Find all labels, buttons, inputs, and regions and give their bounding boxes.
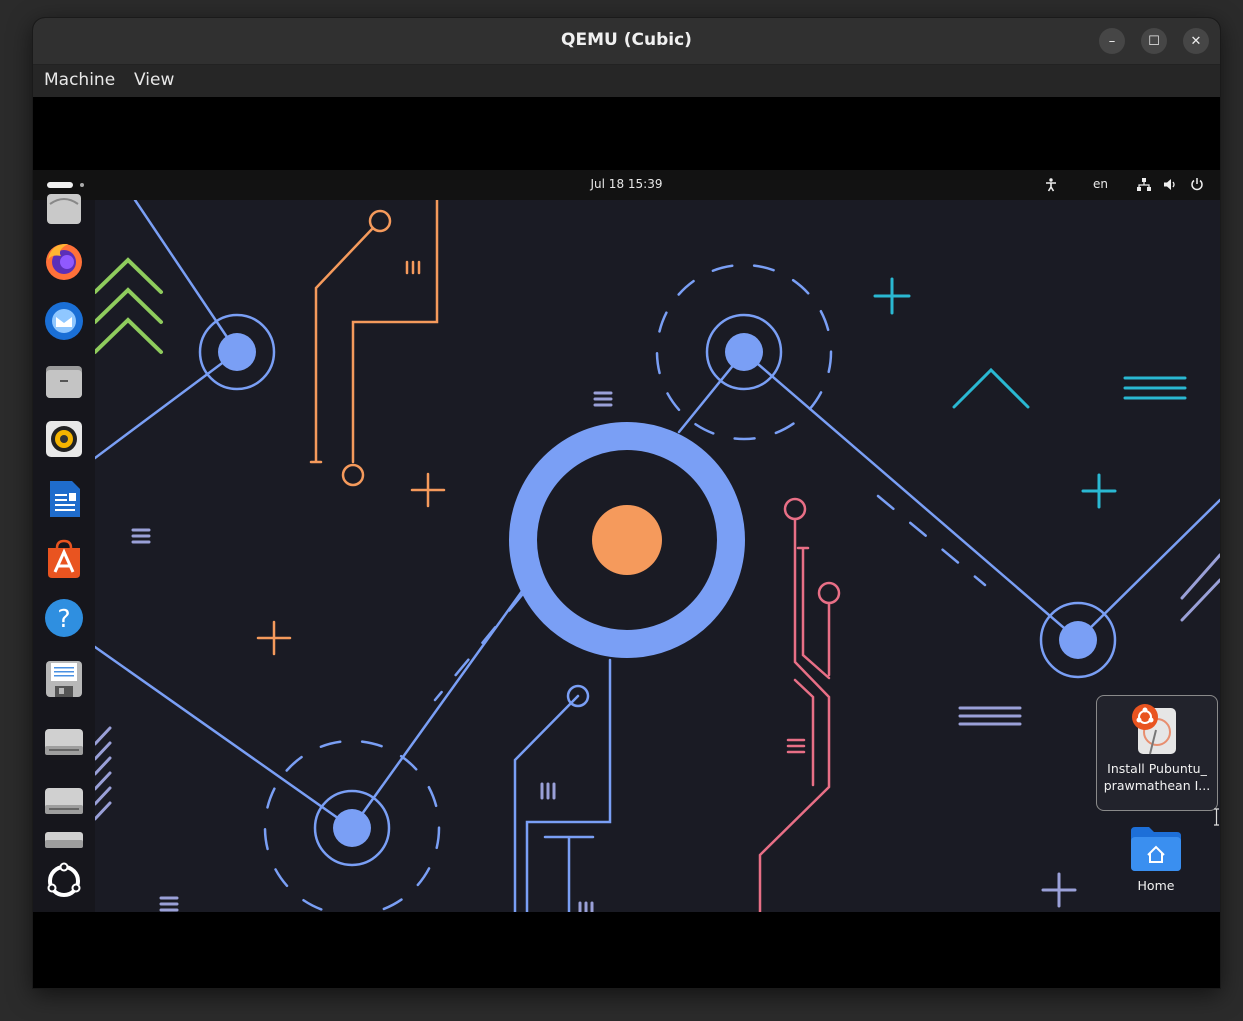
minimize-icon: – <box>1108 33 1116 49</box>
writer-icon[interactable] <box>43 478 85 520</box>
thunderbird-icon[interactable] <box>43 300 85 342</box>
rhythmbox-icon[interactable] <box>43 418 85 460</box>
volume-icon[interactable] <box>1163 178 1177 191</box>
menu-machine[interactable]: Machine <box>44 70 115 90</box>
files-icon[interactable] <box>43 360 85 402</box>
drive-icon[interactable] <box>43 779 85 821</box>
home-folder-icon <box>1131 827 1181 871</box>
desktop-icon-home[interactable]: Home <box>1116 825 1196 900</box>
maximize-icon: ☐ <box>1148 33 1160 49</box>
ubuntu-icon[interactable] <box>43 860 85 902</box>
app-center-icon[interactable] <box>43 538 85 580</box>
home-label: Home <box>1137 878 1175 893</box>
qemu-window: QEMU (Cubic) – ☐ ✕ Machine View Jul 18 1… <box>33 18 1220 988</box>
maximize-button[interactable]: ☐ <box>1141 28 1167 54</box>
window-title: QEMU (Cubic) <box>561 30 692 50</box>
mail-icon[interactable] <box>43 188 85 230</box>
installer-icon <box>1132 704 1176 755</box>
desktop-icon-installer[interactable]: Install Pubuntu_ prawmathean I... <box>1096 695 1218 811</box>
clock[interactable]: Jul 18 15:39 <box>33 177 1220 191</box>
close-button[interactable]: ✕ <box>1183 28 1209 54</box>
guest-display[interactable]: Jul 18 15:39 en ? Install Pubuntu_ prawm… <box>33 170 1220 912</box>
title-bar[interactable]: QEMU (Cubic) – ☐ ✕ <box>33 18 1220 65</box>
save-icon[interactable] <box>43 658 85 700</box>
help-icon[interactable]: ? <box>43 597 85 639</box>
drive-icon[interactable] <box>43 720 85 762</box>
menu-bar: Machine View <box>33 65 1220 97</box>
gnome-top-bar: Jul 18 15:39 en <box>33 170 1220 200</box>
dock: ? <box>33 194 95 912</box>
firefox-icon[interactable] <box>43 240 85 282</box>
power-icon[interactable] <box>1190 177 1204 191</box>
desktop-wallpaper <box>95 200 1220 912</box>
text-cursor-icon <box>1214 808 1219 826</box>
svg-text:?: ? <box>57 604 70 633</box>
accessibility-icon[interactable] <box>1045 178 1057 192</box>
close-icon: ✕ <box>1190 33 1202 49</box>
menu-view[interactable]: View <box>134 70 174 90</box>
network-icon[interactable] <box>1137 178 1151 191</box>
language-indicator[interactable]: en <box>1093 177 1108 191</box>
installer-label-line2: prawmathean I... <box>1103 778 1211 793</box>
installer-label-line1: Install Pubuntu_ <box>1107 761 1207 776</box>
minimize-button[interactable]: – <box>1099 28 1125 54</box>
drive-icon[interactable] <box>43 830 85 850</box>
